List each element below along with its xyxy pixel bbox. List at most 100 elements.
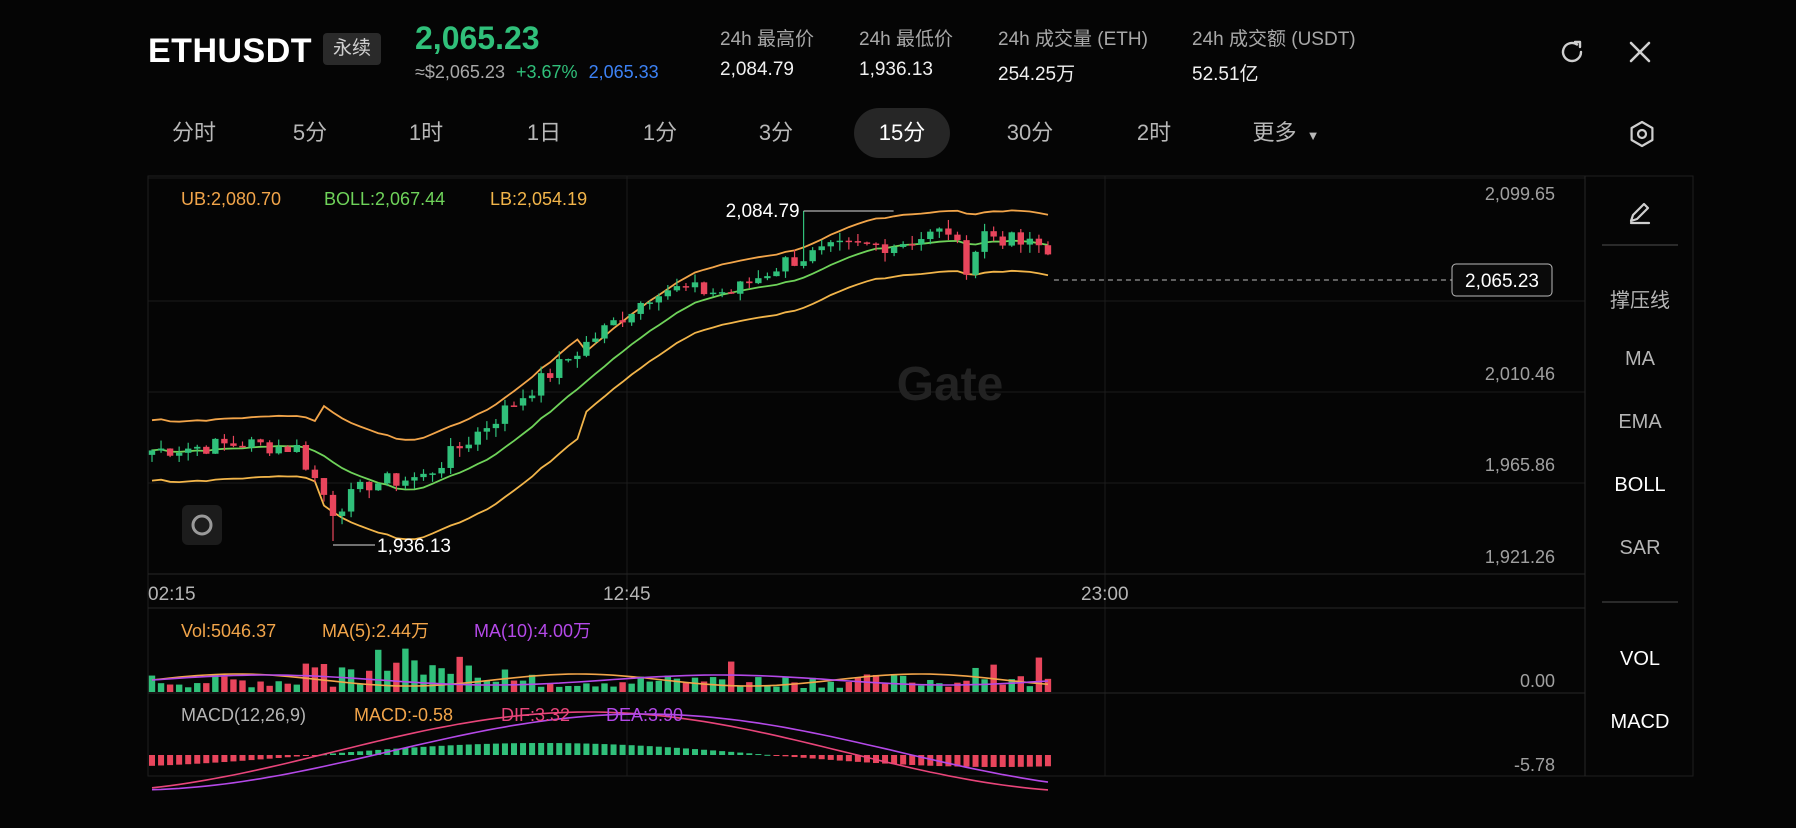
candle-body — [302, 444, 310, 470]
volume-bar — [483, 680, 491, 692]
volume-bars — [148, 648, 1052, 692]
volume-bar — [257, 681, 264, 692]
macd-bar — [900, 755, 907, 765]
candle-body — [981, 231, 988, 252]
volume-bar — [166, 684, 174, 692]
side-macd[interactable]: MACD — [1585, 711, 1695, 734]
volume-bar — [592, 686, 599, 692]
macd-bar — [284, 755, 291, 758]
side-vol[interactable]: VOL — [1585, 648, 1695, 671]
volume-bar — [248, 687, 255, 692]
candle-body — [166, 448, 174, 456]
macd-bar — [420, 746, 427, 755]
volume-bar — [266, 685, 273, 692]
macd-bar — [302, 755, 309, 756]
volume-bar — [700, 681, 708, 692]
volume-bar — [293, 684, 300, 692]
macd-bar — [755, 754, 762, 756]
volume-bar — [347, 669, 355, 692]
volume-bar — [1017, 676, 1024, 692]
candle-body — [474, 431, 481, 445]
macd-bar — [646, 746, 653, 755]
volume-bar — [456, 656, 463, 692]
candle-body — [1026, 238, 1034, 245]
volume-bar — [818, 687, 825, 692]
macd-bar — [628, 745, 635, 755]
dea-line — [151, 713, 1049, 791]
candle-body — [565, 359, 572, 361]
macd-bar — [149, 755, 155, 766]
macd-bar — [185, 755, 192, 765]
candle-body — [818, 246, 825, 251]
macd-bar — [158, 755, 165, 766]
volume-bar — [945, 686, 952, 692]
macd-bar — [836, 755, 843, 761]
x-tick-label: 23:00 — [1081, 584, 1129, 605]
macd-bar — [330, 753, 336, 755]
candle-body — [963, 240, 970, 275]
gate-logo-icon[interactable] — [182, 505, 222, 545]
macd-bar — [710, 750, 717, 755]
macd-bar — [972, 755, 979, 767]
volume-bar — [501, 669, 509, 692]
macd-bar — [637, 745, 644, 755]
candle-body — [248, 439, 255, 448]
side-ema[interactable]: EMA — [1585, 411, 1695, 434]
candle-body — [999, 236, 1006, 246]
volume-bar — [438, 668, 445, 692]
volume-bar — [528, 674, 536, 692]
macd-bar — [701, 749, 708, 755]
macd-bar — [1035, 755, 1042, 767]
candle-body — [230, 443, 237, 446]
macd-bar — [474, 744, 481, 755]
volume-bar — [664, 675, 672, 692]
macd-bar — [221, 755, 228, 763]
side-ma[interactable]: MA — [1585, 348, 1695, 371]
candle-body — [709, 292, 717, 295]
macd-bar — [520, 743, 527, 755]
candle-body — [755, 278, 762, 284]
macd-bar — [1008, 755, 1015, 767]
pencil-icon[interactable] — [1604, 192, 1676, 232]
volume-bar — [800, 687, 807, 692]
macd-bar — [1026, 755, 1033, 767]
macd-bar — [565, 743, 572, 755]
macd-axis-label: -5.78 — [1514, 755, 1555, 775]
side-boll[interactable]: BOLL — [1585, 474, 1695, 497]
macd-bar — [574, 743, 581, 755]
volume-bar — [881, 683, 889, 692]
macd-bar — [845, 755, 852, 762]
volume-bar — [284, 683, 291, 692]
kline-chart[interactable]: Gate 2,099.65 2,010.46 1,965.86 1,921.26 02:… — [0, 0, 1796, 828]
candle-body — [637, 302, 644, 314]
legend-lb: LB:2,054.19 — [490, 189, 587, 209]
volume-bar — [221, 676, 228, 692]
candle-body — [1017, 232, 1024, 245]
macd-bar — [429, 746, 436, 755]
candle-body — [845, 240, 853, 243]
candle-body — [574, 355, 581, 360]
legend-ma10: MA(10):4.00万 — [474, 621, 591, 641]
candle-body — [519, 398, 527, 406]
side-support-resistance[interactable]: 撑压线 — [1585, 284, 1695, 313]
volume-bar — [239, 680, 246, 692]
candle-body — [510, 405, 518, 407]
macd-bar — [800, 755, 807, 758]
candle-body — [664, 290, 672, 297]
volume-bar — [329, 686, 337, 692]
legend-vol: Vol:5046.37 — [181, 621, 276, 641]
volume-bar — [646, 681, 653, 692]
volume-bar — [628, 683, 635, 692]
low-label: 1,936.13 — [377, 536, 451, 557]
candle-body — [990, 231, 997, 237]
candle-body — [438, 467, 445, 474]
macd-bar — [492, 743, 499, 755]
candle-body — [628, 313, 635, 323]
watermark: Gate — [897, 358, 1004, 411]
macd-bar — [999, 755, 1006, 767]
current-price-label: 2,065.23 — [1465, 271, 1539, 292]
side-sar[interactable]: SAR — [1585, 537, 1695, 560]
volume-bar — [148, 675, 156, 692]
volume-bar — [411, 660, 418, 692]
macd-bar — [746, 753, 753, 755]
